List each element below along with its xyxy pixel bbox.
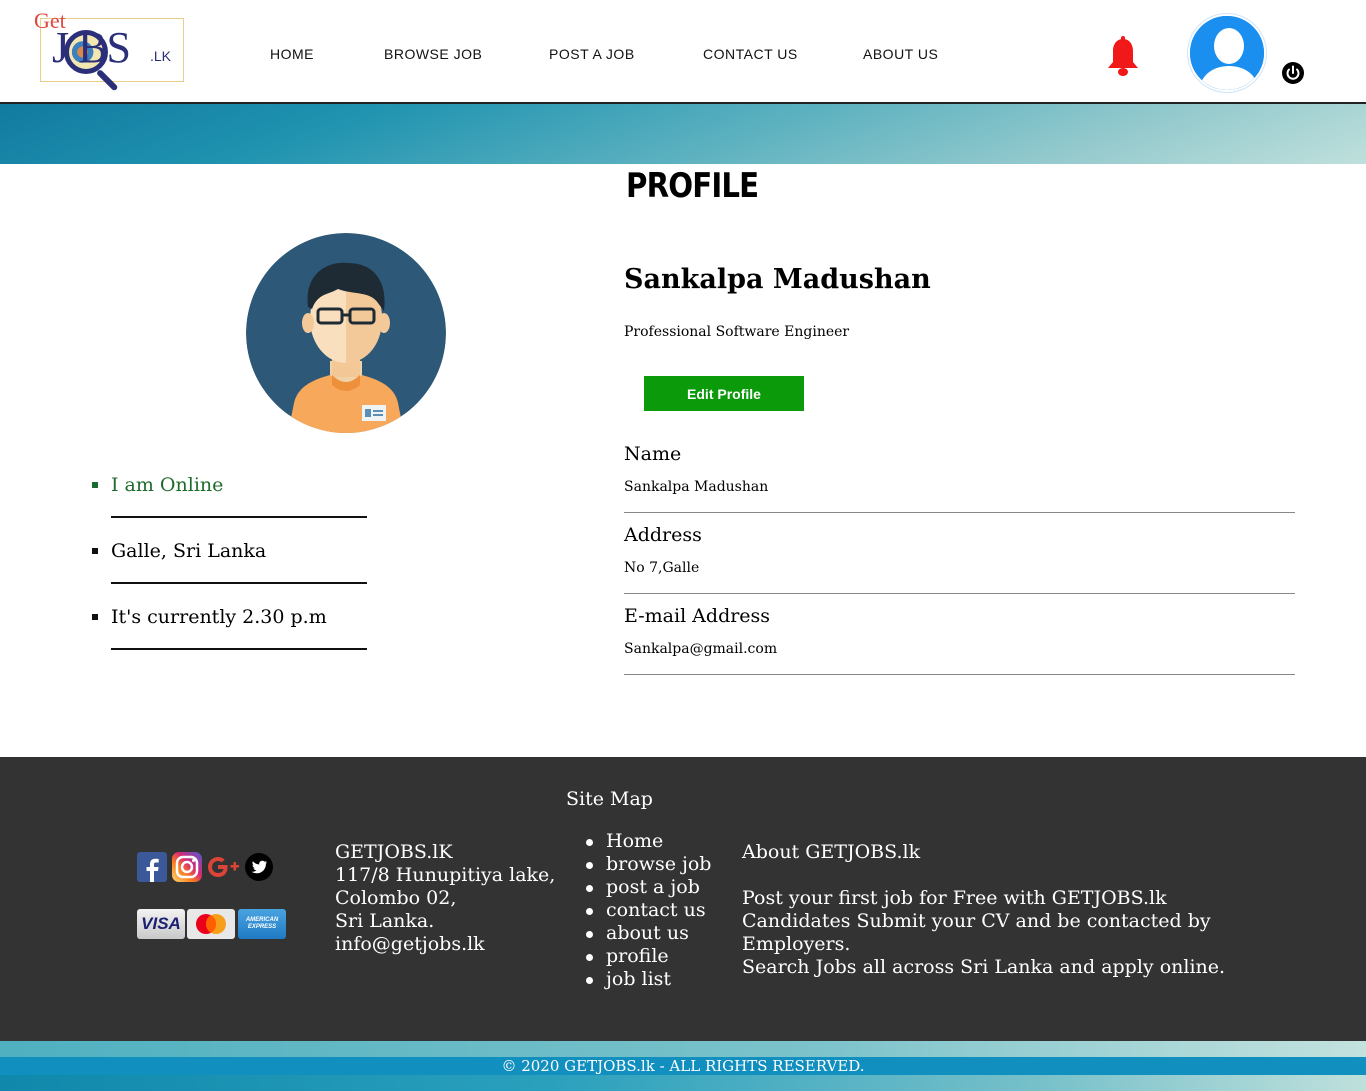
divider [111,516,367,518]
address-line: GETJOBS.lK [335,841,453,863]
facebook-icon[interactable] [137,852,167,882]
divider [111,582,367,584]
twitter-icon[interactable] [244,852,274,882]
divider [111,648,367,650]
site-logo[interactable]: Get J BS .LK [34,8,186,94]
visa-card-icon: VISA [137,909,185,939]
copyright-text: © 2020 GETJOBS.lk - ALL RIGHTS RESERVED. [501,1057,865,1075]
field-value: No 7,Galle [624,560,700,576]
sitemap-link-profile[interactable]: profile [582,945,711,968]
profile-name: Sankalpa Madushan [624,264,931,295]
name-field: Name Sankalpa Madushan [624,443,1295,513]
address-line: Sri Lanka. [335,910,435,932]
local-time-text: It's currently 2.30 p.m [111,606,327,628]
nav-home[interactable]: HOME [270,46,314,62]
field-label: Address [624,524,702,546]
instagram-icon[interactable] [172,852,202,882]
status-list: I am Online Galle, Sri Lanka It's curren… [90,470,380,668]
about-section: About GETJOBS.lk Post your first job for… [742,841,1302,979]
about-line: Candidates Submit your CV and be contact… [742,910,1211,955]
sitemap-link-home[interactable]: Home [582,830,711,853]
company-address: GETJOBS.lK 117/8 Hunupitiya lake, Colomb… [335,841,555,956]
address-line: Colombo 02, [335,887,457,909]
top-header: Get J BS .LK HOME BROWSE JOB POST A JOB … [0,0,1366,104]
header-banner [0,104,1366,164]
email-field: E-mail Address Sankalpa@gmail.com [624,605,1295,675]
about-line: Search Jobs all across Sri Lanka and app… [742,956,1226,978]
address-line: 117/8 Hunupitiya lake, [335,864,556,886]
logo-jobs-text: J BS [52,23,131,72]
online-indicator [92,482,98,488]
sitemap-link-post-a-job[interactable]: post a job [582,876,711,899]
footer: Site Map VISA AMERICAN EXPRESS GETJOBS.l… [0,757,1366,1041]
sitemap-link-about-us[interactable]: about us [582,922,711,945]
edit-profile-button[interactable]: Edit Profile [644,376,804,411]
bullet [92,548,98,554]
field-label: Name [624,443,682,465]
profile-job-title: Professional Software Engineer [624,324,850,340]
online-status: I am Online [111,474,224,496]
sitemap-links: Home browse job post a job contact us ab… [582,830,711,991]
location-text: Galle, Sri Lanka [111,540,267,562]
about-line: Post your first job for Free with GETJOB… [742,887,1167,909]
nav-contact-us[interactable]: CONTACT US [703,46,798,62]
about-title: About GETJOBS.lk [742,841,921,863]
page-title: PROFILE [626,166,759,206]
copyright-bar: © 2020 GETJOBS.lk - ALL RIGHTS RESERVED. [0,1041,1366,1091]
list-item: It's currently 2.30 p.m [90,602,380,668]
list-item: I am Online [90,470,380,536]
logo-lk-text: .LK [150,48,172,64]
user-avatar-icon[interactable] [1188,14,1266,92]
bell-icon[interactable] [1104,36,1142,78]
mastercard-icon [187,909,235,939]
sitemap-title: Site Map [566,788,653,810]
profile-avatar [246,233,446,433]
power-icon[interactable] [1276,56,1310,90]
sitemap-link-contact-us[interactable]: contact us [582,899,711,922]
american-express-icon: AMERICAN EXPRESS [238,909,286,939]
field-value: Sankalpa@gmail.com [624,641,778,657]
contact-email[interactable]: info@getjobs.lk [335,933,555,956]
copyright-band-top [0,1041,1366,1057]
list-item: Galle, Sri Lanka [90,536,380,602]
nav-post-a-job[interactable]: POST A JOB [549,46,635,62]
sitemap-link-job-list[interactable]: job list [582,968,711,991]
nav-browse-job[interactable]: BROWSE JOB [384,46,482,62]
nav-about-us[interactable]: ABOUT US [863,46,938,62]
field-label: E-mail Address [624,605,771,627]
bullet [92,614,98,620]
address-field: Address No 7,Galle [624,524,1295,594]
sitemap-link-browse-job[interactable]: browse job [582,853,711,876]
field-value: Sankalpa Madushan [624,479,769,495]
google-plus-icon[interactable] [207,852,241,882]
